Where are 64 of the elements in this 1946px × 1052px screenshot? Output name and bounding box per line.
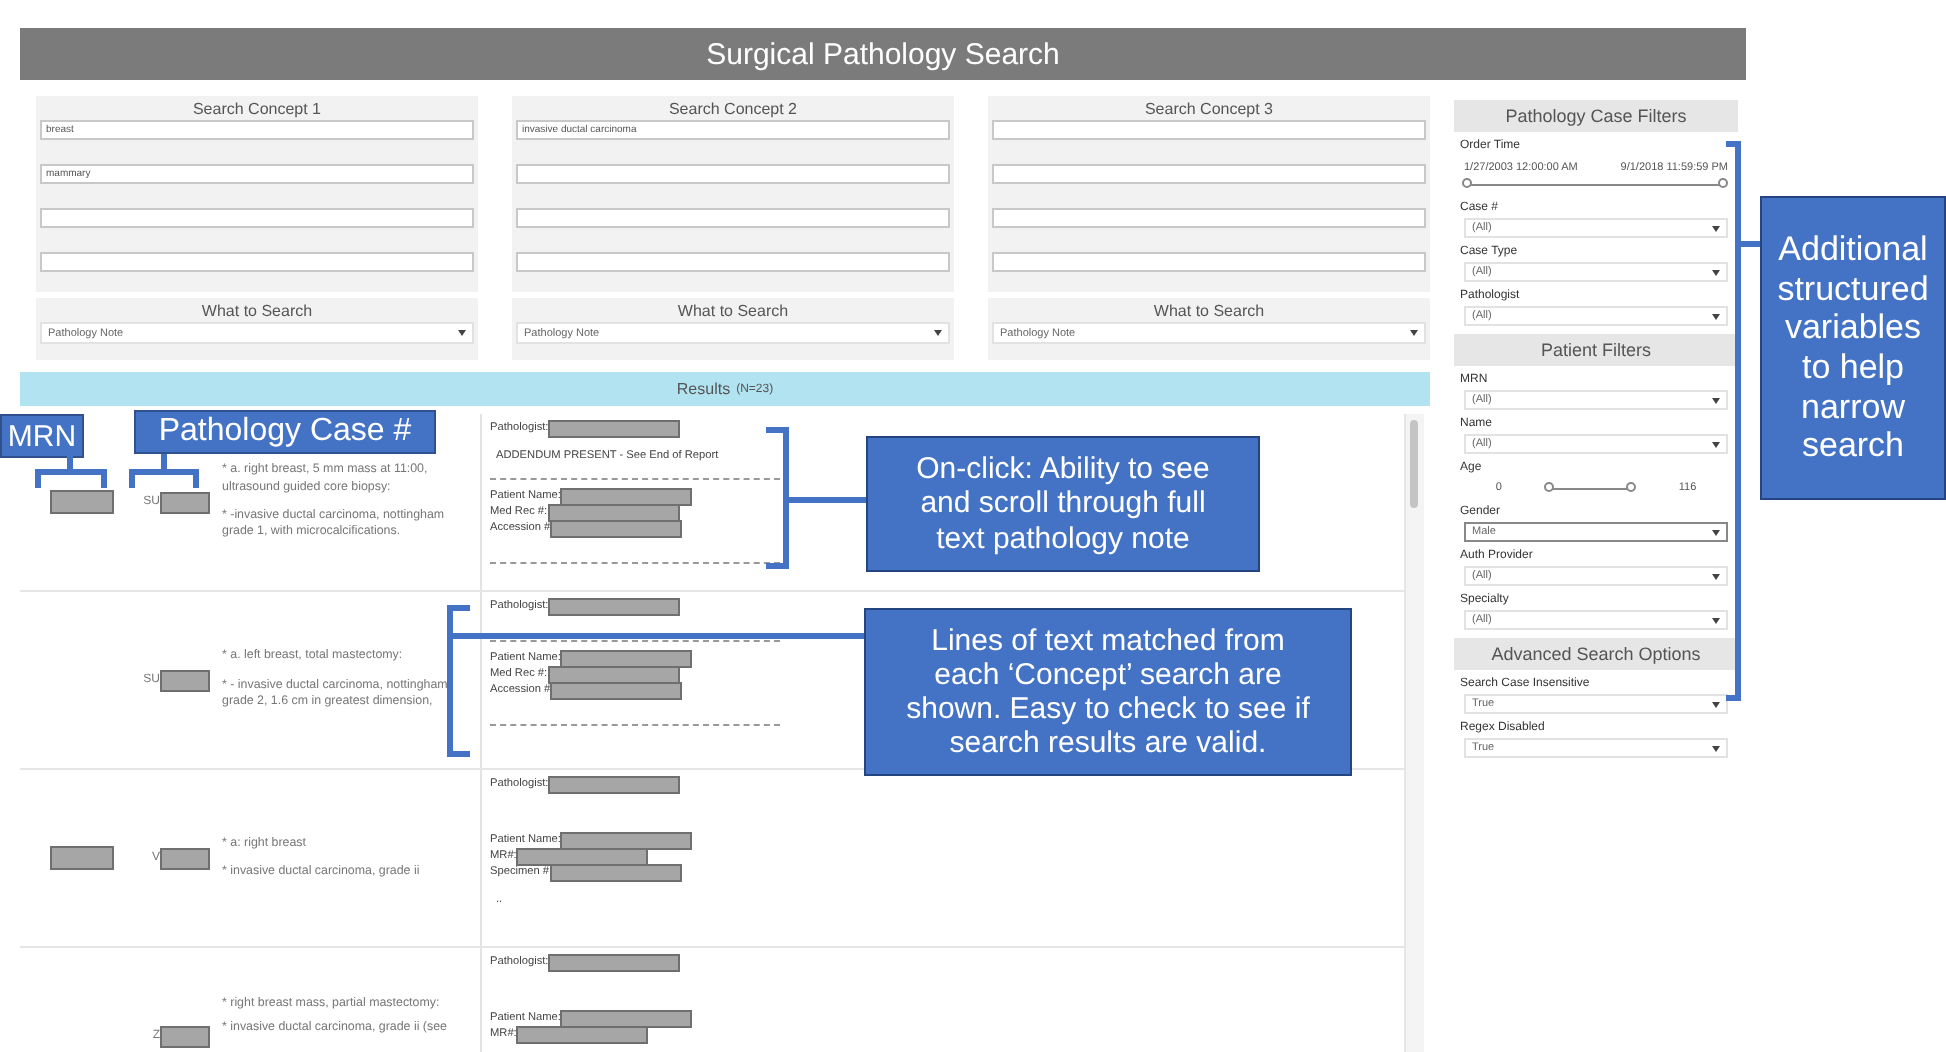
annotation-label: MRN <box>0 414 84 458</box>
panel-header: What to Search <box>675 300 791 322</box>
redaction-bar <box>516 847 649 865</box>
caret-icon <box>1712 397 1720 403</box>
caret-icon <box>1712 617 1720 623</box>
search-field[interactable] <box>516 208 950 228</box>
search-field[interactable] <box>516 164 950 184</box>
results-title: Results <box>676 380 731 398</box>
search-field[interactable] <box>992 208 1426 228</box>
search-field[interactable] <box>516 252 950 272</box>
caret-icon <box>458 330 466 336</box>
slider-handle[interactable] <box>1718 178 1728 188</box>
section-header: Patient Filters <box>1454 334 1738 366</box>
bracket-connector <box>763 427 869 569</box>
section-header: Advanced Search Options <box>1454 638 1738 670</box>
redaction-bar <box>160 1025 210 1047</box>
panel-header: Search Concept 3 <box>1142 98 1276 120</box>
search-field[interactable] <box>992 120 1426 140</box>
caret-icon <box>1712 745 1720 751</box>
annotation-callout: Additional structured variables to help narrow search <box>1760 196 1946 500</box>
annotation-label: Pathology Case # <box>134 410 436 454</box>
search-field[interactable] <box>40 252 474 272</box>
caret-icon <box>1712 269 1720 275</box>
bracket-connector <box>129 451 199 491</box>
redaction-bar <box>560 831 693 849</box>
redaction-bar <box>160 847 210 869</box>
section-header: Pathology Case Filters <box>1454 100 1738 132</box>
annotation-callout: Lines of text matched from each ‘Concept’ search are shown. Easy to check to see if search results are valid. <box>864 608 1352 776</box>
caret-icon <box>1410 330 1418 336</box>
search-field[interactable] <box>992 252 1426 272</box>
caret-icon <box>1712 529 1720 535</box>
redaction-bar <box>516 1025 649 1043</box>
scrollbar[interactable] <box>1404 414 1424 1052</box>
redaction-bar <box>548 953 681 971</box>
caret-icon <box>1712 573 1720 579</box>
caret-icon <box>1712 313 1720 319</box>
caret-icon <box>934 330 942 336</box>
caret-icon <box>1712 225 1720 231</box>
panel-header: Search Concept 1 <box>190 98 324 120</box>
caret-icon <box>1712 441 1720 447</box>
redaction-bar <box>160 669 210 691</box>
redaction-bar <box>560 1009 693 1027</box>
redaction-bar <box>560 487 693 505</box>
slider-handle[interactable] <box>1462 178 1472 188</box>
redaction-bar <box>560 649 693 667</box>
annotation-callout: On-click: Ability to see and scroll through full text pathology note <box>866 436 1260 572</box>
caret-icon <box>1712 701 1720 707</box>
panel-header: Search Concept 2 <box>666 98 800 120</box>
redaction-bar <box>548 419 681 437</box>
redaction-bar <box>160 491 210 513</box>
redaction-bar <box>547 503 680 521</box>
slider-handle[interactable] <box>1543 481 1554 491</box>
panel-header: What to Search <box>1151 300 1267 322</box>
redaction-bar <box>547 665 680 683</box>
redaction-bar <box>548 775 681 793</box>
page-title: Surgical Pathology Search <box>20 28 1746 80</box>
search-field[interactable] <box>992 164 1426 184</box>
redaction-bar <box>548 597 681 615</box>
redaction-bar <box>549 863 682 881</box>
bracket-connector <box>35 453 107 491</box>
slider-handle[interactable] <box>1625 481 1636 491</box>
scroll-thumb[interactable] <box>1410 420 1418 508</box>
search-field[interactable] <box>40 208 474 228</box>
panel-header: What to Search <box>199 300 315 322</box>
